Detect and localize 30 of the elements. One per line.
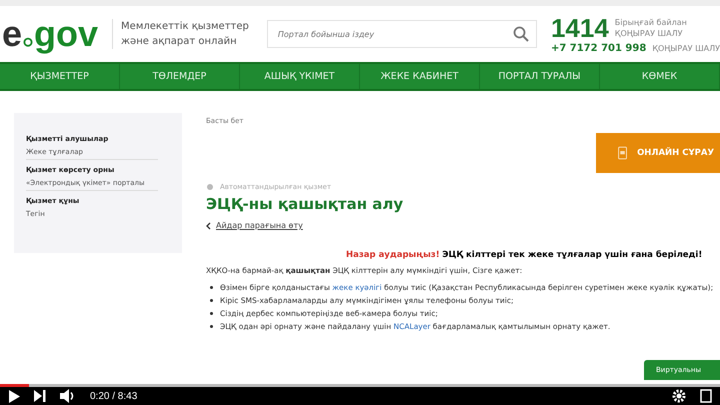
site-tagline: Мемлекеттік қызметтер және ақпарат онлайн [112,19,249,49]
hotline-note: ҚОҢЫРАУ ШАЛУ [614,28,684,38]
nav-item[interactable]: ҚЫЗМЕТТЕР [0,64,120,89]
back-icon [206,222,211,230]
next-icon[interactable] [34,390,46,402]
phone-number: +7 7172 701 998 [550,42,646,54]
egov-logo[interactable]: e gov [2,16,98,52]
nav-item[interactable]: АШЫҚ ҮКІМЕТ [240,64,360,89]
hotline-number: 1414 [550,14,609,40]
call-link[interactable]: ҚОҢЫРАУ ШАЛУ [652,42,720,54]
nav-item[interactable]: ЖЕКЕ КАБИНЕТ [360,64,480,89]
nav-item[interactable]: КӨМЕК [600,64,720,89]
search-field[interactable]: Портал бойынша іздеу [266,20,537,48]
online-request-button[interactable]: ОНЛАЙН СҰРАУ [596,133,720,173]
fullscreen-icon[interactable] [700,389,712,403]
search-icon[interactable] [512,26,529,42]
play-icon[interactable] [8,390,20,402]
bullet-icon [210,286,213,289]
volume-icon[interactable] [60,389,76,403]
video-time: 0:20 / 8:43 [90,390,138,402]
nav-item[interactable]: ТӨЛЕМДЕР [120,64,240,89]
back-link[interactable]: Айдар парағына өту [216,221,303,230]
bullet-icon [210,312,213,315]
nav-item[interactable]: ПОРТАЛ ТУРАЛЫ [480,64,600,89]
notice-text: Назар аударыңыз! ЭЦҚ кілттері тек жеке тұлғалар үшін ғана беріледі! [346,250,704,260]
bullet-icon [210,325,213,328]
settings-icon[interactable] [672,389,686,403]
bullet-icon [210,299,213,302]
hotline-note: Бірыңғай байлан [614,16,687,28]
page-title: ЭЦҚ-ны қашықтан алу [206,195,404,213]
